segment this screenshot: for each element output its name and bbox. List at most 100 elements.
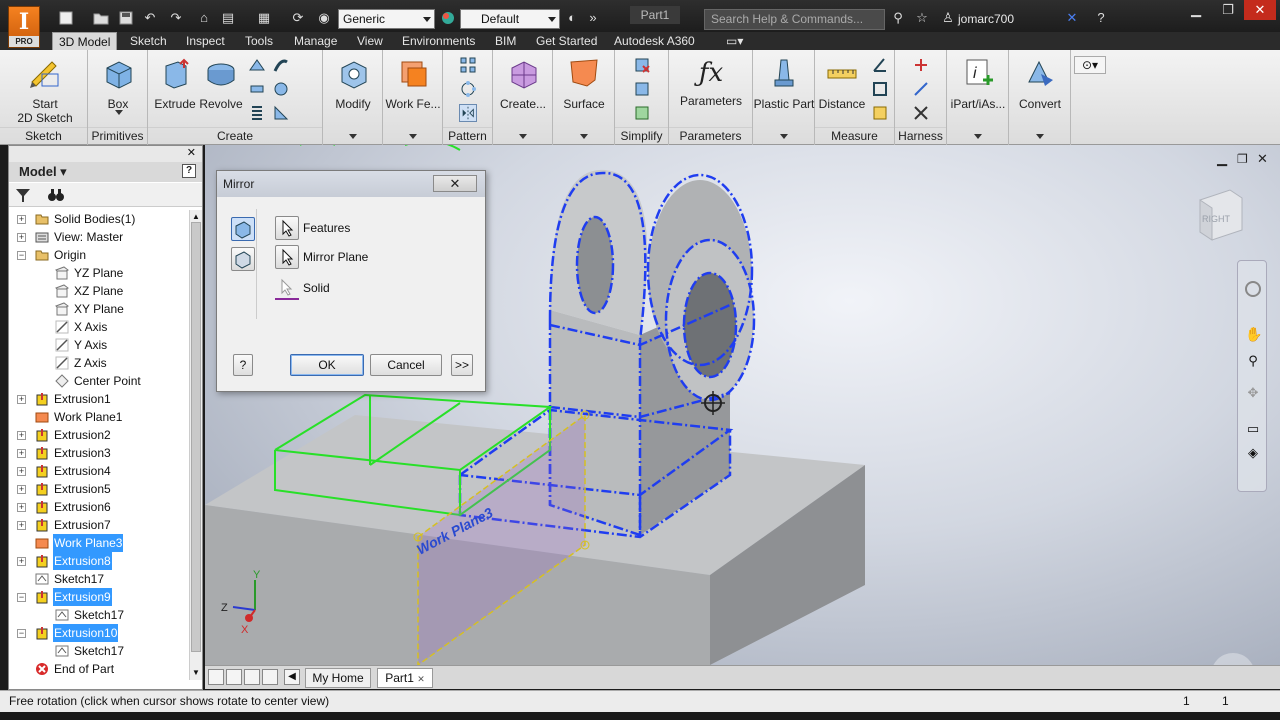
ok-button[interactable]: OK: [290, 354, 364, 376]
tree-expander-icon[interactable]: +: [17, 557, 26, 566]
mirror-plane-select-button[interactable]: [275, 245, 299, 269]
steering-wheel-icon[interactable]: [1245, 281, 1261, 297]
print-icon[interactable]: ▤: [220, 10, 236, 26]
user-name[interactable]: jomarc700: [958, 12, 1014, 26]
rectangular-pattern-icon[interactable]: [459, 56, 477, 74]
tree-node[interactable]: + Extrusion6: [9, 498, 187, 516]
cancel-button[interactable]: Cancel: [370, 354, 442, 376]
start-2d-sketch-button[interactable]: Start 2D Sketch: [10, 56, 80, 125]
tab-autodesk-a360[interactable]: Autodesk A360: [608, 32, 701, 50]
tree-node[interactable]: X Axis: [9, 318, 187, 336]
tree-node[interactable]: XY Plane: [9, 300, 187, 318]
plastic-part-button[interactable]: Plastic Part: [753, 56, 815, 111]
tree-expander-icon[interactable]: −: [17, 593, 26, 602]
parameters-button[interactable]: ƒx Parameters: [673, 56, 749, 108]
filter-icon[interactable]: [15, 187, 31, 203]
tree-node[interactable]: + Solid Bodies(1): [9, 210, 187, 228]
solid-select-button[interactable]: [275, 276, 299, 300]
surface-dropdown-icon[interactable]: [580, 134, 588, 139]
material-combo[interactable]: Generic: [338, 9, 435, 29]
box-dropdown-icon[interactable]: [115, 110, 123, 115]
tree-node[interactable]: YZ Plane: [9, 264, 187, 282]
tab-bim[interactable]: BIM: [489, 32, 522, 50]
minimize-window-button[interactable]: ▁: [1180, 0, 1212, 20]
save-icon[interactable]: [118, 10, 134, 26]
tree-node[interactable]: Sketch17: [9, 570, 187, 588]
tree-node[interactable]: Sketch17: [9, 606, 187, 624]
tab-3d-model[interactable]: 3D Model: [52, 32, 118, 50]
harness-icon-1[interactable]: [912, 56, 930, 74]
browser-close-icon[interactable]: ✕: [187, 146, 196, 159]
ribbon-customize-icon[interactable]: ⊙▾: [1074, 56, 1106, 74]
new-document-icon[interactable]: [58, 10, 76, 26]
scroll-down-icon[interactable]: ▼: [191, 668, 201, 678]
harness-icon-2[interactable]: [912, 80, 930, 98]
select-filter-icon[interactable]: ▦: [256, 10, 272, 26]
tree-node[interactable]: + View: Master: [9, 228, 187, 246]
tab-environments[interactable]: Environments: [396, 32, 481, 50]
tree-node[interactable]: Z Axis: [9, 354, 187, 372]
browser-scrollbar[interactable]: ▲ ▼: [189, 210, 202, 680]
search-icon[interactable]: ⚲: [890, 10, 906, 26]
browser-help-icon[interactable]: ?: [182, 164, 196, 178]
look-at-icon[interactable]: ▭: [1245, 421, 1261, 437]
circular-pattern-icon[interactable]: [459, 80, 477, 98]
scroll-up-icon[interactable]: ▲: [191, 212, 201, 222]
find-binoculars-icon[interactable]: [47, 187, 65, 203]
tree-node[interactable]: + Extrusion7: [9, 516, 187, 534]
update-icon[interactable]: ⟳: [290, 10, 306, 26]
tree-expander-icon[interactable]: −: [17, 629, 26, 638]
remove-details-icon[interactable]: [633, 56, 651, 74]
measure-angle-icon[interactable]: [871, 56, 889, 74]
distance-button[interactable]: Distance: [817, 56, 867, 111]
clear-appearance-icon[interactable]: ◐: [564, 10, 580, 26]
work-features-dropdown-icon[interactable]: [409, 134, 417, 139]
properties-icon[interactable]: ◉: [316, 10, 332, 26]
work-features-button[interactable]: Work Fe...: [385, 56, 441, 111]
user-icon[interactable]: ♙: [940, 10, 956, 26]
tree-expander-icon[interactable]: +: [17, 431, 26, 440]
surface-button[interactable]: Surface: [555, 56, 613, 111]
orbit-icon[interactable]: ✥: [1245, 385, 1261, 401]
features-select-button[interactable]: [275, 216, 299, 240]
coil-icon[interactable]: [248, 104, 266, 122]
zoom-icon[interactable]: ⚲: [1245, 353, 1261, 369]
mirror-help-button[interactable]: ?: [233, 354, 253, 376]
tab-tools[interactable]: Tools: [239, 32, 279, 50]
tree-node[interactable]: Sketch17: [9, 642, 187, 660]
tree-expander-icon[interactable]: +: [17, 395, 26, 404]
home-icon[interactable]: ⌂: [196, 10, 212, 26]
tab-manage[interactable]: Manage: [288, 32, 343, 50]
application-menu-button[interactable]: I PRO: [8, 6, 40, 48]
harness-icon-3[interactable]: [912, 104, 930, 122]
ipart-button[interactable]: i iPart/iAs...: [947, 56, 1009, 111]
tree-node[interactable]: Work Plane1: [9, 408, 187, 426]
tree-expander-icon[interactable]: +: [17, 503, 26, 512]
create-freeform-button[interactable]: Create...: [495, 56, 551, 111]
viewport-minimize-icon[interactable]: ▁: [1216, 151, 1228, 167]
ribbon-options-icon[interactable]: ▭▾: [720, 32, 749, 50]
viewport-restore-icon[interactable]: ❐: [1237, 152, 1248, 166]
derive-icon[interactable]: [272, 104, 290, 122]
tree-node[interactable]: + Extrusion2: [9, 426, 187, 444]
box-button[interactable]: Box: [93, 56, 143, 115]
tree-expander-icon[interactable]: −: [17, 251, 26, 260]
tree-node[interactable]: + Extrusion3: [9, 444, 187, 462]
tree-node[interactable]: End of Part: [9, 660, 187, 678]
tree-node[interactable]: Y Axis: [9, 336, 187, 354]
cascade-windows-icon[interactable]: [208, 669, 224, 685]
tab-inspect[interactable]: Inspect: [180, 32, 231, 50]
tree-expander-icon[interactable]: +: [17, 467, 26, 476]
tree-node[interactable]: + Extrusion1: [9, 390, 187, 408]
emboss-icon[interactable]: [272, 80, 290, 98]
tree-node[interactable]: − Origin: [9, 246, 187, 264]
appearance-combo[interactable]: Default: [460, 9, 560, 29]
freeform-dropdown-icon[interactable]: [519, 134, 527, 139]
tab-part1[interactable]: Part1 ✕: [377, 668, 433, 688]
tree-expander-icon[interactable]: +: [17, 485, 26, 494]
more-options-button[interactable]: >>: [451, 354, 473, 376]
tree-expander-icon[interactable]: +: [17, 215, 26, 224]
tab-get-started[interactable]: Get Started: [530, 32, 603, 50]
tree-node[interactable]: − Extrusion10: [9, 624, 187, 642]
exchange-apps-icon[interactable]: ✕: [1064, 10, 1080, 26]
